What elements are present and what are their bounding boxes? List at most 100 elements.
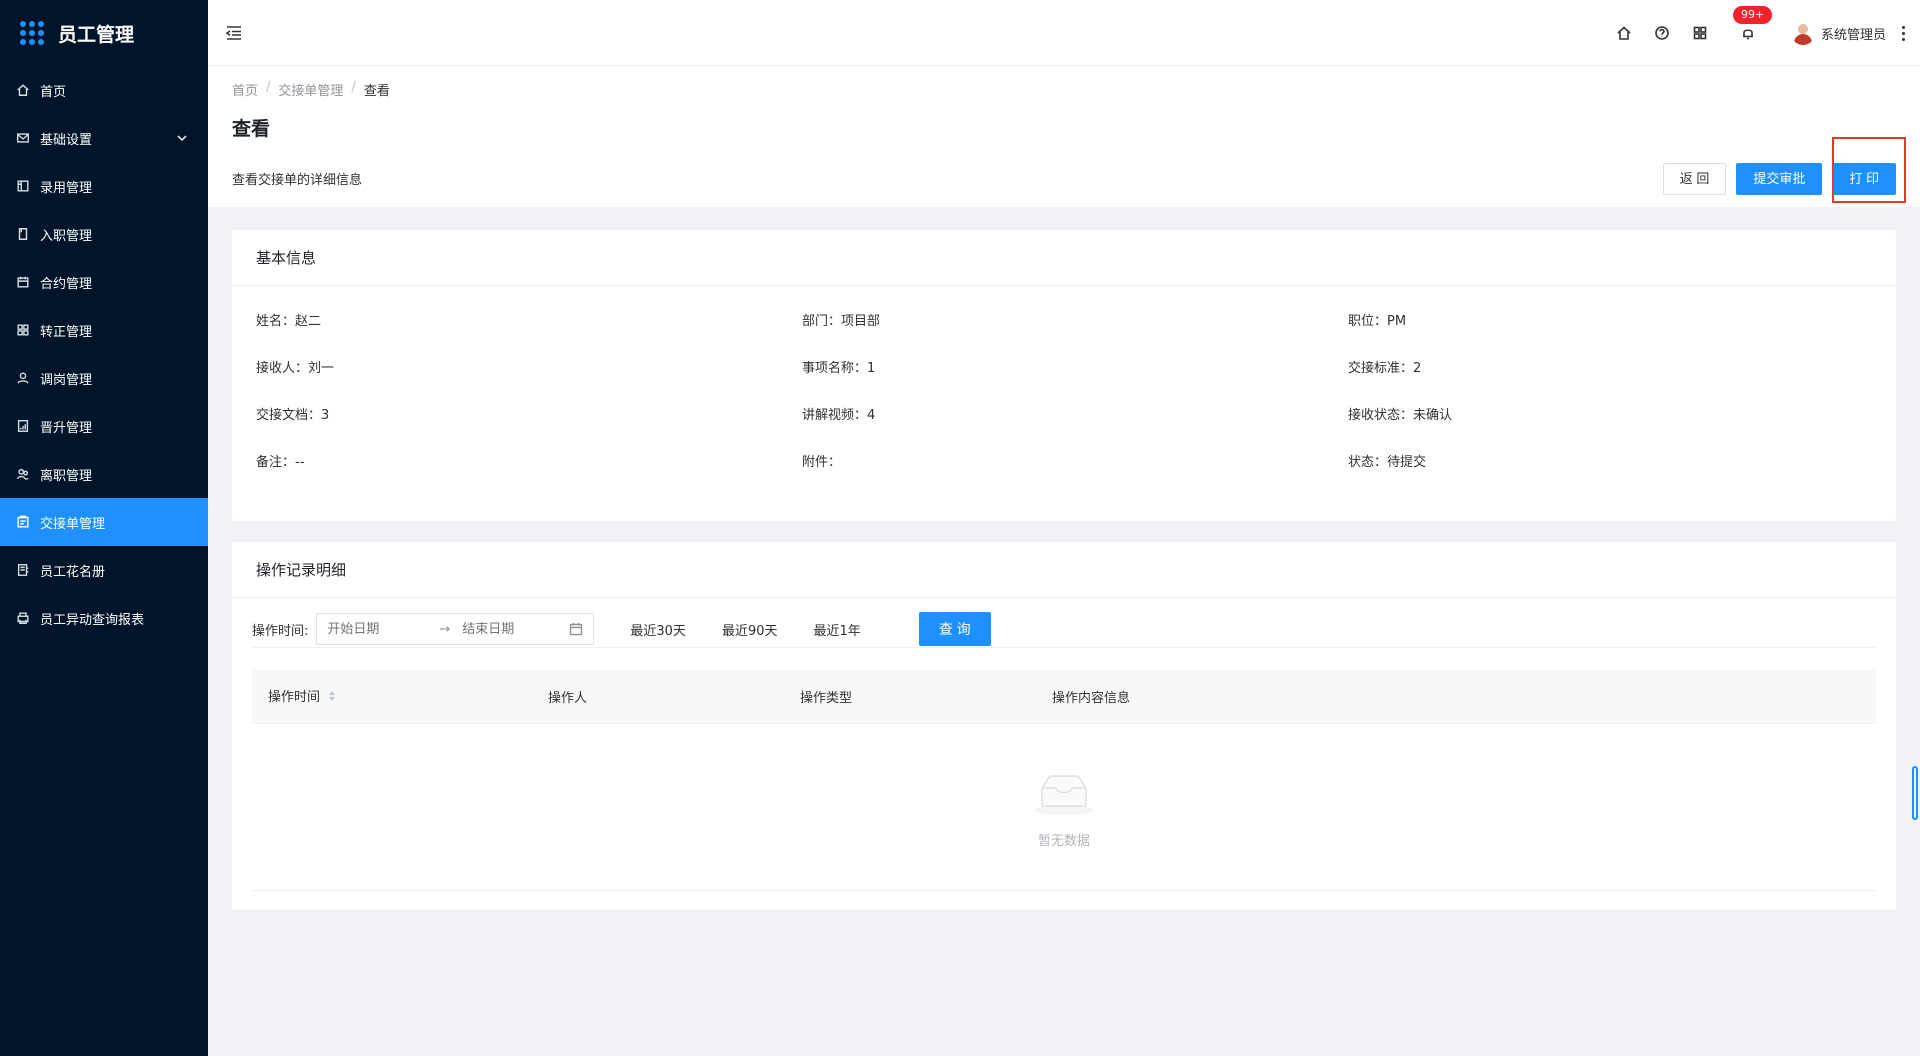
sidebar-item-label: 交接单管理 [40,516,106,532]
info-position: 职位：PM [1348,310,1406,329]
operation-time-label: 操作时间: [252,623,309,639]
basic-info-title: 基本信息 [232,230,1896,286]
sidebar-item-resignation[interactable]: 离职管理 [0,450,208,498]
column-label: 操作时间 [268,690,321,706]
quick-range-30-days[interactable]: 最近30天 [630,620,686,639]
info-status: 状态：待提交 [1348,451,1426,470]
table-empty-state: 暂无数据 [252,724,1876,891]
sidebar-item-transfer[interactable]: 调岗管理 [0,354,208,402]
operation-records-table: 操作时间 操作人 操作类型 操作内容信息 暂无数据 [252,669,1876,891]
sidebar-item-label: 员工花名册 [40,564,106,580]
more-vertical-icon[interactable] [1900,24,1906,42]
menu-fold-icon[interactable] [224,23,244,43]
sidebar-item-change-report[interactable]: 员工异动查询报表 [0,594,208,642]
filter-row: 操作时间: → 最近30天 最近90天 最近1年 查 询 [252,612,991,646]
info-label: 备注： [256,455,296,470]
page-title: 查看 [232,118,271,140]
info-remarks: 备注：-- [256,451,304,470]
info-explain-video: 讲解视频：4 [802,404,875,423]
page-description: 查看交接单的详细信息 [232,173,363,188]
brand[interactable]: 员工管理 [0,0,208,66]
board-icon [16,179,30,193]
print-highlight-box [1832,137,1906,203]
team-icon [16,467,30,481]
info-label: 交接文档： [256,408,322,423]
info-value: 刘一 [308,361,335,376]
column-operator: 操作人 [548,690,588,706]
calendar-icon [16,275,30,289]
form-icon [16,515,30,529]
breadcrumb-separator: / [351,80,356,95]
submit-approval-button[interactable]: 提交审批 [1736,163,1823,195]
scrollbar-thumb[interactable] [1912,766,1918,820]
info-receive-status: 接收状态：未确认 [1348,404,1452,423]
help-icon[interactable] [1653,24,1671,42]
avatar[interactable] [1790,21,1815,45]
sidebar-item-home[interactable]: 首页 [0,66,208,114]
notification-bell[interactable]: 99+ [1732,6,1773,42]
date-range-picker[interactable]: → [316,613,595,645]
quick-range-90-days[interactable]: 最近90天 [722,620,778,639]
app-grid-icon [20,21,44,45]
info-label: 状态： [1348,455,1388,470]
sidebar-item-label: 基础设置 [40,132,93,148]
sidebar-item-label: 员工异动查询报表 [40,612,145,628]
sidebar-item-contracts[interactable]: 合约管理 [0,258,208,306]
info-department: 部门：项目部 [802,310,880,329]
info-value: 未确认 [1413,408,1453,423]
user-name[interactable]: 系统管理员 [1821,24,1886,43]
user-icon [16,371,30,385]
sidebar-item-handover[interactable]: 交接单管理 [0,498,208,546]
info-handover-standard: 交接标准：2 [1348,357,1421,376]
sort-icon[interactable] [328,690,336,706]
sidebar-item-regularization[interactable]: 转正管理 [0,306,208,354]
info-handover-docs: 交接文档：3 [256,404,329,423]
sidebar-item-label: 合约管理 [40,276,93,292]
back-button[interactable]: 返 回 [1662,163,1727,195]
column-operation-time[interactable]: 操作时间 [268,686,336,706]
sidebar: 员工管理 首页 基础设置 录用管理 入职管理 合约管理 转正管理 调岗管理 晋升… [0,0,208,1056]
header-actions: 99+ 系统管理员 [1605,0,1906,66]
column-operation-content: 操作内容信息 [1052,690,1131,706]
apps-icon[interactable] [1691,24,1709,42]
info-value: 4 [867,408,876,423]
brand-title: 员工管理 [58,23,135,46]
sidebar-item-label: 调岗管理 [40,372,93,388]
start-date-input[interactable] [327,621,428,637]
sidebar-item-promotion[interactable]: 晋升管理 [0,402,208,450]
info-attachment: 附件： [802,451,841,470]
info-label: 接收状态： [1348,408,1414,423]
bell-icon [1742,29,1753,40]
arrow-right-icon: → [439,621,451,637]
notification-badge: 99+ [1732,6,1773,24]
breadcrumb-handover[interactable]: 交接单管理 [278,80,343,99]
home-icon [16,83,30,97]
sidebar-item-label: 转正管理 [40,324,93,340]
quick-range-1-year[interactable]: 最近1年 [813,620,860,639]
info-label: 部门： [802,314,842,329]
info-value: 1 [867,361,876,376]
sidebar-menu: 首页 基础设置 录用管理 入职管理 合约管理 转正管理 调岗管理 晋升管理 离职… [0,66,208,642]
operation-records-title: 操作记录明细 [232,542,1896,598]
chevron-down-icon [176,132,188,148]
sidebar-item-label: 录用管理 [40,180,93,196]
sidebar-item-hiring[interactable]: 录用管理 [0,162,208,210]
sidebar-item-onboarding[interactable]: 入职管理 [0,210,208,258]
home-icon[interactable] [1615,24,1633,42]
sidebar-item-label: 离职管理 [40,468,93,484]
info-label: 姓名： [256,314,296,329]
breadcrumb-home[interactable]: 首页 [232,80,258,99]
sidebar-item-basic-settings[interactable]: 基础设置 [0,114,208,162]
end-date-input[interactable] [462,621,563,637]
query-button[interactable]: 查 询 [918,612,991,646]
sidebar-item-roster[interactable]: 员工花名册 [0,546,208,594]
calendar-icon[interactable] [569,622,583,636]
breadcrumb: 首页 / 交接单管理 / 查看 [232,80,390,99]
sidebar-item-label: 入职管理 [40,228,93,244]
info-value: -- [295,455,305,470]
table-header: 操作时间 操作人 操作类型 操作内容信息 [252,669,1876,724]
sidebar-item-label: 首页 [40,84,67,100]
mail-icon [16,131,30,145]
info-value: 项目部 [841,314,881,329]
roster-icon [16,563,30,577]
